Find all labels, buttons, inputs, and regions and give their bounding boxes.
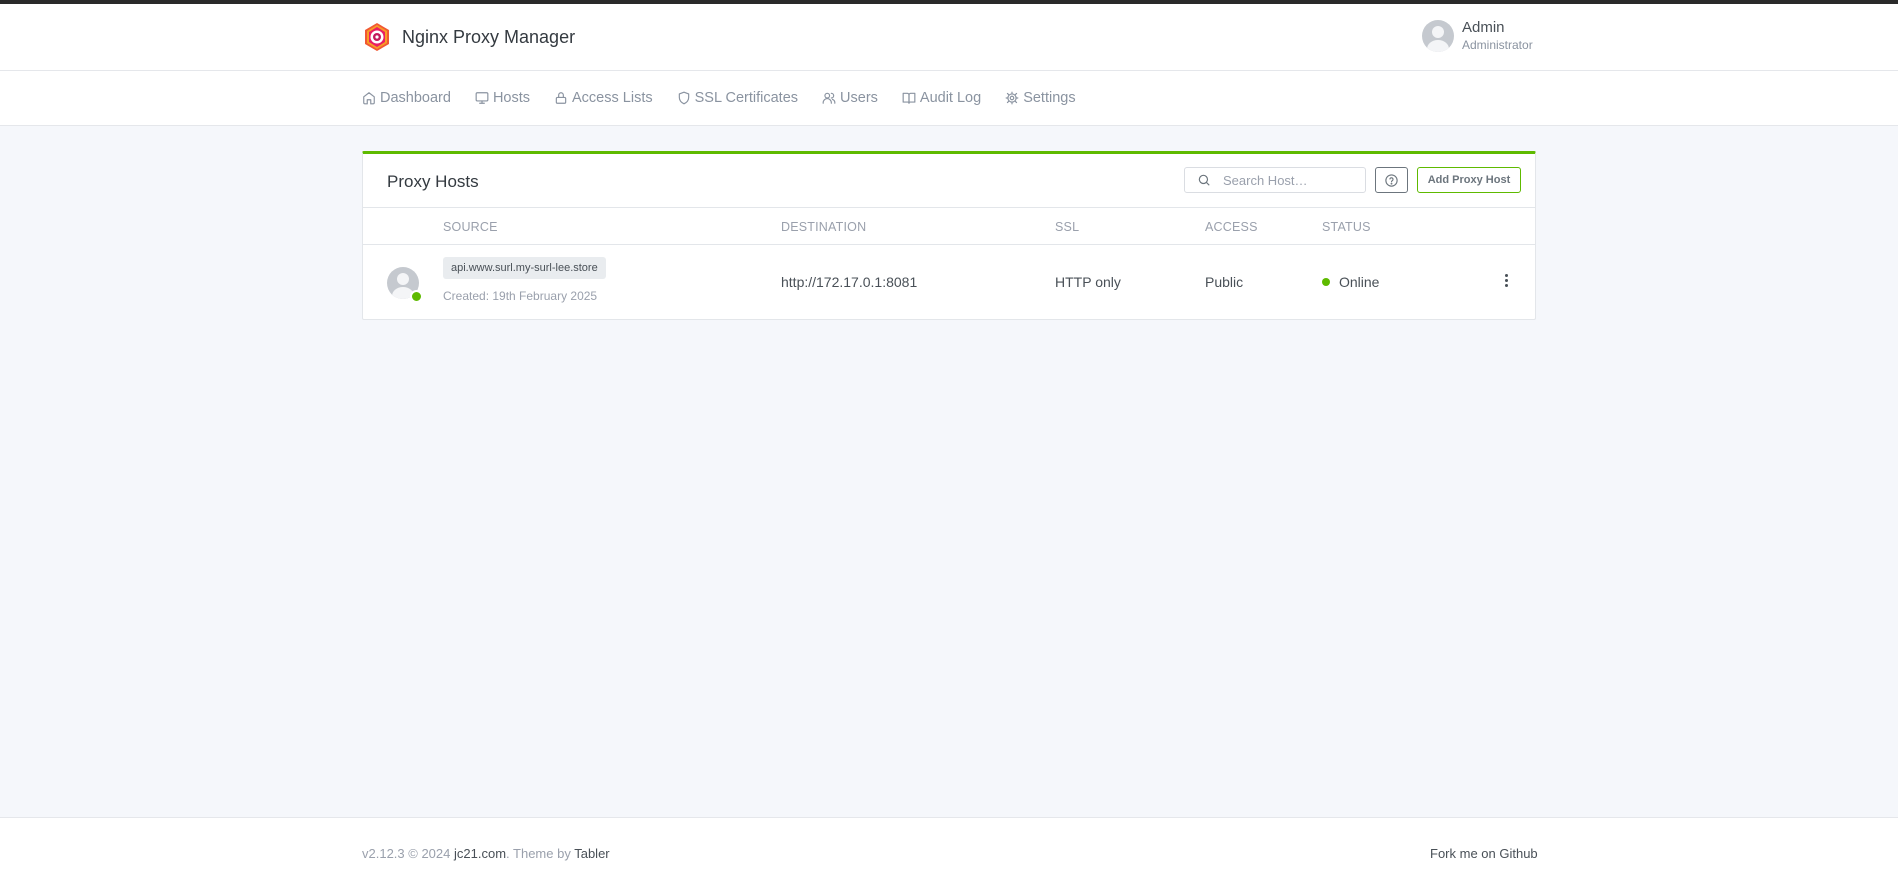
user-avatar-icon — [1422, 20, 1454, 52]
user-menu[interactable]: Admin Administrator — [1422, 19, 1533, 53]
ssl-cell: HTTP only — [1055, 274, 1121, 290]
nav-item-dashboard[interactable]: Dashboard — [362, 90, 451, 106]
nav-item-label: Users — [840, 90, 878, 106]
status-text: Online — [1339, 274, 1380, 290]
column-header-ssl[interactable]: SSL — [1055, 220, 1079, 234]
nav-item-label: Settings — [1023, 90, 1076, 106]
search-icon — [1198, 174, 1210, 186]
book-icon — [902, 92, 916, 104]
nav-item-label: Hosts — [492, 90, 531, 106]
column-header-status[interactable]: STATUS — [1322, 220, 1371, 234]
nav-item-label: Dashboard — [380, 90, 451, 106]
domain-badge[interactable]: api.www.surl.my-surl-lee.store — [443, 257, 606, 279]
version-text: v2.12.3 © 2024 — [362, 846, 451, 861]
row-actions-menu-icon[interactable] — [1502, 274, 1510, 290]
author-link[interactable]: jc21.com — [454, 846, 506, 861]
github-link[interactable]: Fork me on Github — [1430, 846, 1538, 861]
gear-icon — [1005, 91, 1019, 105]
add-proxy-host-button[interactable]: Add Proxy Host — [1417, 167, 1521, 193]
user-name: Admin — [1462, 19, 1505, 36]
app-title: Nginx Proxy Manager — [402, 26, 576, 47]
nav-item-label: Audit Log — [919, 90, 982, 106]
user-role: Administrator — [1462, 38, 1533, 52]
host-owner-avatar — [387, 267, 423, 303]
users-icon — [822, 92, 836, 104]
nginx-proxy-manager-logo — [365, 23, 389, 51]
footer-credits: v2.12.3 © 2024 jc21.com. Theme by Tabler — [362, 846, 610, 861]
app-window: Nginx Proxy Manager Admin Administrator … — [0, 4, 1898, 880]
search-field[interactable] — [1184, 167, 1366, 193]
theme-text: . Theme by — [506, 846, 571, 861]
nav-item-hosts[interactable]: Hosts — [475, 90, 530, 106]
column-header-access[interactable]: ACCESS — [1205, 220, 1258, 234]
theme-link[interactable]: Tabler — [574, 846, 609, 861]
destination-cell: http://172.17.0.1:8081 — [781, 274, 918, 290]
help-circle-icon — [1385, 173, 1398, 187]
nav-item-users[interactable]: Users — [822, 90, 878, 106]
brand[interactable]: Nginx Proxy Manager — [362, 22, 575, 52]
home-icon — [363, 92, 375, 105]
nav-item-audit-log[interactable]: Audit Log — [902, 90, 981, 106]
search-input[interactable] — [1221, 171, 1365, 189]
table-row[interactable]: api.www.surl.my-surl-lee.store Created: … — [363, 245, 1535, 320]
status-dot — [1322, 278, 1330, 286]
table-header: SOURCE DESTINATION SSL ACCESS STATUS — [363, 207, 1535, 245]
help-button[interactable] — [1375, 167, 1408, 193]
column-header-destination[interactable]: DESTINATION — [781, 220, 866, 234]
status-cell: Online — [1322, 274, 1379, 290]
nav-item-label: SSL Certificates — [694, 90, 799, 106]
online-indicator — [410, 290, 423, 303]
nav-item-access-lists[interactable]: Access Lists — [554, 90, 653, 106]
nav-item-ssl-certificates[interactable]: SSL Certificates — [677, 90, 798, 106]
created-date: Created: 19th February 2025 — [443, 289, 598, 303]
access-cell: Public — [1205, 274, 1244, 290]
shield-icon — [678, 91, 689, 105]
nav-item-settings[interactable]: Settings — [1005, 90, 1076, 106]
footer: v2.12.3 © 2024 jc21.com. Theme by Tabler… — [0, 817, 1898, 880]
nav-item-label: Access Lists — [572, 90, 653, 106]
monitor-icon — [475, 92, 489, 104]
card-title: Proxy Hosts — [387, 172, 479, 191]
top-header: Nginx Proxy Manager Admin Administrator — [0, 4, 1898, 71]
main-nav: Dashboard Hosts Access Lists SSL Certifi… — [0, 71, 1898, 126]
proxy-hosts-card: Proxy Hosts Add Proxy Host SOURCE DESTIN… — [362, 151, 1536, 320]
column-header-source[interactable]: SOURCE — [443, 220, 498, 234]
lock-icon — [555, 92, 567, 104]
